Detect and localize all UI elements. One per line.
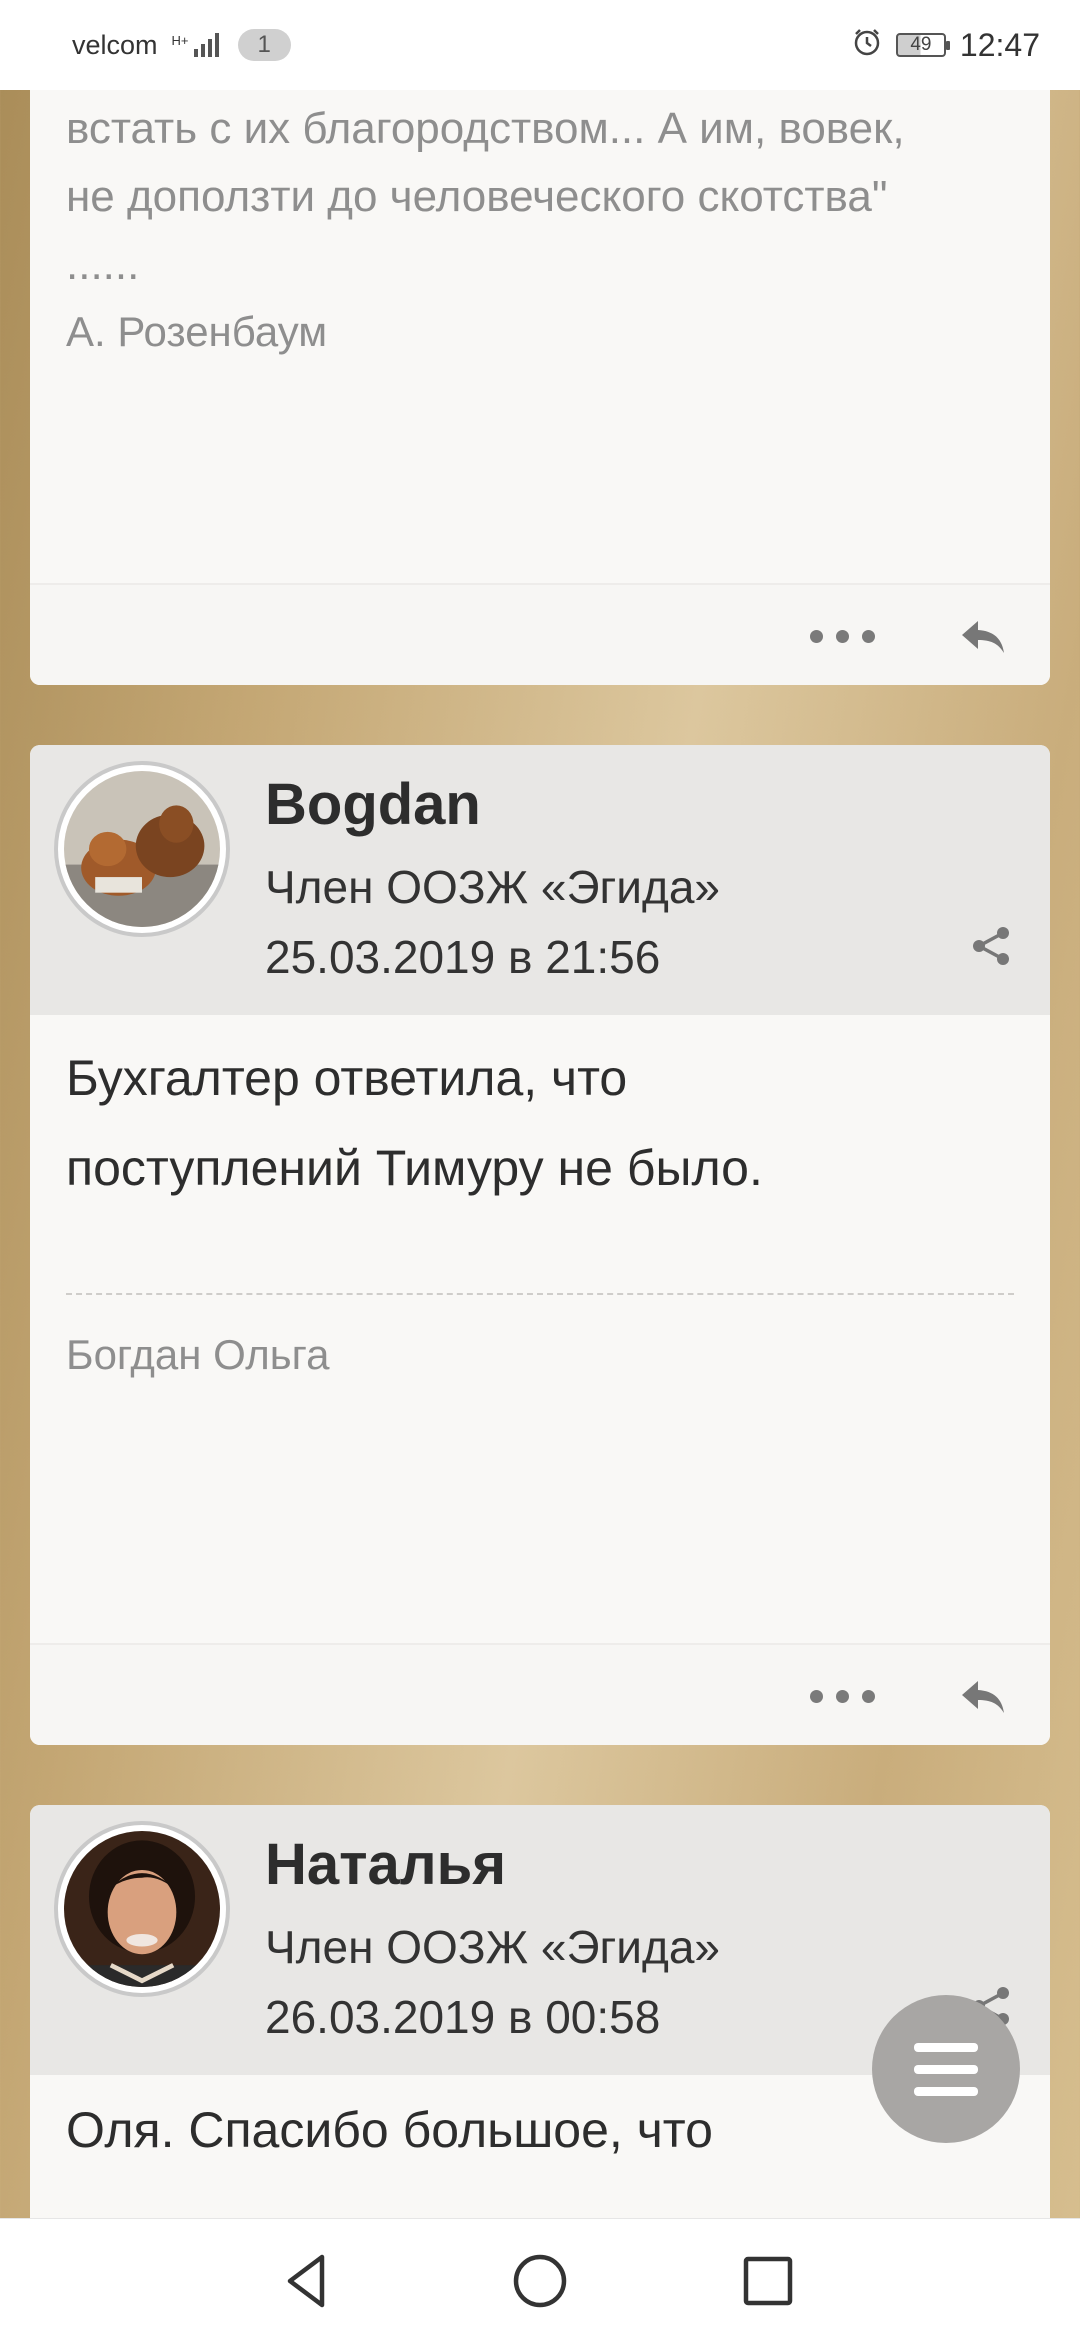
more-dots-icon[interactable]: [810, 1690, 875, 1703]
share-icon[interactable]: [970, 925, 1012, 967]
comment-card-2: Bogdan Член ООЗЖ «Эгида» 25.03.2019 в 21…: [30, 745, 1050, 1745]
quote-line: не доползти до человеческого скотства": [66, 172, 888, 221]
comment-body: Бухгалтер ответила, что поступлений Тиму…: [30, 1015, 1050, 1379]
comment-card-1: встать с их благородством... А им, вовек…: [30, 0, 1050, 685]
hamburger-menu-icon[interactable]: [872, 1995, 1020, 2143]
status-bar: velcom H+ 1 49 12:47: [0, 0, 1080, 90]
status-left: velcom H+ 1: [72, 29, 291, 61]
clock: 12:47: [959, 26, 1040, 63]
signal-icon: H+: [172, 33, 224, 57]
post-date: 25.03.2019 в 21:56: [265, 931, 661, 983]
more-dots-icon[interactable]: [810, 630, 875, 643]
comment-footer: [30, 1643, 1050, 1745]
battery-level: 49: [910, 34, 932, 55]
reply-icon[interactable]: [958, 1677, 1008, 1717]
avatar[interactable]: [54, 761, 230, 937]
signature: Богдан Ольга: [66, 1331, 330, 1378]
comment-header: Bogdan Член ООЗЖ «Эгида» 25.03.2019 в 21…: [30, 745, 1050, 1015]
avatar[interactable]: [54, 1821, 230, 1997]
author-role: Член ООЗЖ «Эгида»: [265, 861, 720, 913]
home-circle-icon[interactable]: [508, 2249, 572, 2313]
profile-photo: [64, 1831, 220, 1987]
comment-footer: [30, 583, 1050, 685]
dog-photo: [64, 771, 220, 927]
message-line: Оля. Спасибо большое, что: [66, 2102, 713, 2158]
author-name[interactable]: Наталья: [265, 1831, 506, 1898]
post-date: 26.03.2019 в 00:58: [265, 1991, 661, 2043]
notification-count-badge: 1: [237, 29, 291, 61]
quote-line: встать с их благородством... А им, вовек…: [66, 104, 905, 153]
alarm-icon: [852, 27, 882, 64]
recents-square-icon[interactable]: [736, 2249, 800, 2313]
message-line: поступлений Тимуру не было.: [66, 1140, 763, 1196]
network-type: H+: [171, 33, 189, 48]
navigation-bar: [0, 2218, 1080, 2340]
status-right: 49 12:47: [852, 27, 1040, 64]
reply-icon[interactable]: [958, 617, 1008, 657]
battery-icon: 49: [895, 33, 950, 57]
message-line: Бухгалтер ответила, что: [66, 1050, 628, 1106]
carrier-label: velcom: [72, 29, 158, 60]
signature: А. Розенбаум: [66, 308, 328, 355]
author-role: Член ООЗЖ «Эгида»: [265, 1921, 720, 1973]
quote-line: ......: [66, 240, 140, 289]
back-triangle-icon[interactable]: [276, 2249, 340, 2313]
author-name[interactable]: Bogdan: [265, 771, 481, 838]
